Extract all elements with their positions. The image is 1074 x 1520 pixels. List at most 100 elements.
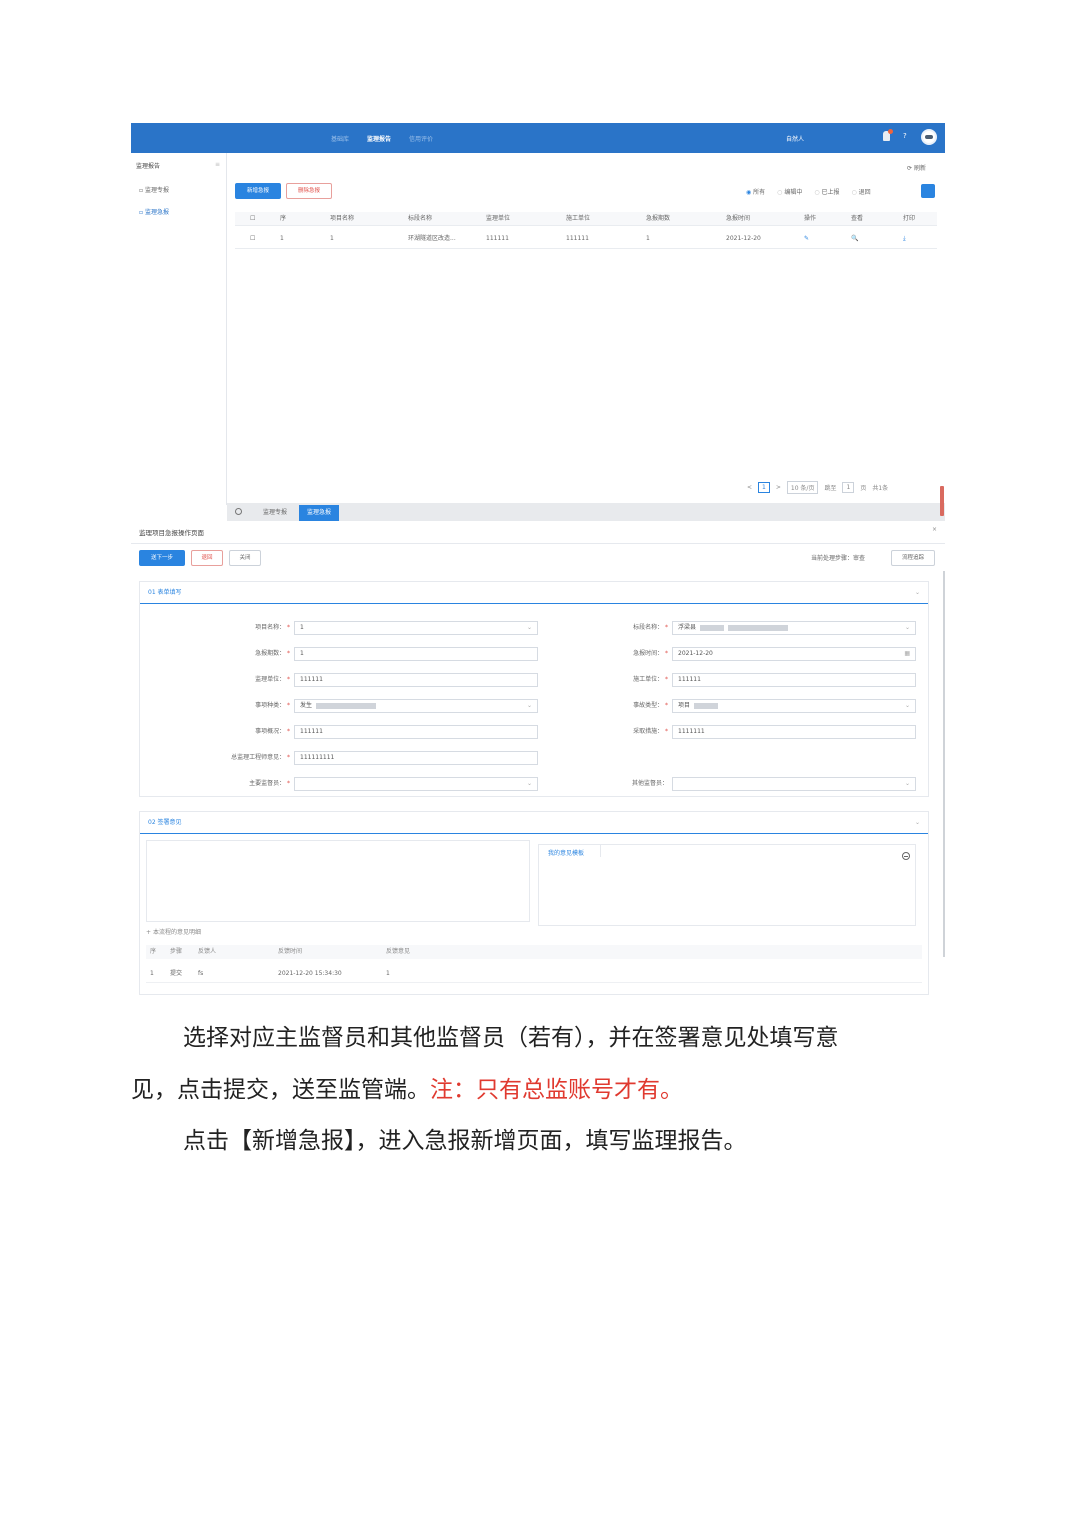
- nav-item-report[interactable]: 监理报告: [367, 134, 391, 143]
- sidebar-item-urgent-report[interactable]: ▫ 监理急报: [139, 207, 169, 216]
- table-cell: 1: [280, 235, 284, 242]
- chevron-down-icon[interactable]: ⌄: [915, 812, 920, 834]
- event-type-select[interactable]: 发生 ⌄: [294, 699, 538, 713]
- close-icon[interactable]: ×: [932, 526, 937, 533]
- field-label: 事项概况： *: [255, 728, 290, 735]
- supervision-unit-input[interactable]: 111111: [294, 673, 538, 687]
- other-supervisors-select[interactable]: ⌄: [672, 777, 916, 791]
- total-count: 共1条: [872, 485, 889, 492]
- section-title: 02 签署意见: [148, 819, 182, 826]
- field-label: 施工单位： *: [633, 676, 668, 683]
- column-header: 查看: [851, 215, 864, 222]
- form-section-header[interactable]: 01 表单填写 ⌄: [140, 582, 928, 604]
- bell-icon[interactable]: [883, 129, 893, 141]
- refresh-label: 刷新: [913, 165, 926, 172]
- field-label: 其他监督员：: [631, 780, 668, 787]
- my-template-label[interactable]: 我的意见模板: [548, 848, 584, 857]
- nav-item-credit[interactable]: 信用评价: [409, 134, 433, 143]
- measures-input[interactable]: 1111111: [672, 725, 916, 739]
- home-icon[interactable]: [235, 508, 242, 515]
- report-period-input[interactable]: 1: [294, 647, 538, 661]
- main-supervisor-select[interactable]: ⌄: [294, 777, 538, 791]
- project-name-select[interactable]: 1 ⌄: [294, 621, 538, 635]
- blurred-text: [694, 702, 719, 709]
- table-cell: 环湖隧道区改造...: [408, 235, 456, 242]
- blurred-text: [700, 624, 725, 631]
- form-section: 01 表单填写 ⌄ 项目名称： * 1 ⌄ 急报期数： * 1 监理单位： * 1…: [139, 581, 929, 797]
- flow-trace-button[interactable]: 流程追踪: [891, 550, 935, 566]
- goto-label: 跳至: [824, 485, 837, 492]
- field-label: 监理单位： *: [255, 676, 290, 683]
- close-button[interactable]: 关闭: [229, 550, 261, 566]
- dialog-title: 监理项目急报操作页面: [139, 529, 204, 537]
- field-label: 事项种类： *: [255, 702, 290, 709]
- goto-input[interactable]: 1: [842, 482, 855, 493]
- field-label: 总监理工程师意见： *: [231, 754, 290, 761]
- column-header: 序: [150, 948, 157, 955]
- history-label: + 本流程的意见明细: [146, 929, 201, 936]
- top-bar: 基础库 监理报告 信用评价 自然人 ?: [131, 123, 945, 153]
- next-page-button[interactable]: >: [776, 484, 781, 491]
- filter-editing[interactable]: 编辑中: [777, 187, 802, 196]
- table-cell: 1: [330, 235, 334, 242]
- template-search[interactable]: [600, 845, 914, 857]
- section-name-select[interactable]: 浮梁县 ⌄: [672, 621, 916, 635]
- column-settings-button[interactable]: [921, 184, 935, 198]
- minus-circle-icon[interactable]: [902, 852, 910, 860]
- menu-collapse-icon[interactable]: ≡: [215, 161, 220, 168]
- send-next-button[interactable]: 送下一步: [139, 550, 185, 566]
- chevron-down-icon[interactable]: ⌄: [915, 582, 920, 604]
- prev-page-button[interactable]: <: [747, 484, 752, 491]
- return-button[interactable]: 退回: [191, 550, 223, 566]
- field-label: 急报期数： *: [255, 650, 290, 657]
- table-cell: 2021-12-20: [726, 235, 761, 242]
- filter-returned[interactable]: 退回: [852, 187, 871, 196]
- header-checkbox[interactable]: ☐: [235, 212, 265, 226]
- tab-special-report[interactable]: 监理专报: [255, 505, 295, 521]
- refresh-button[interactable]: ⟳ 刷新: [907, 163, 926, 172]
- add-urgent-report-button[interactable]: 新增急报: [235, 183, 281, 199]
- accident-type-select[interactable]: 项目 ⌄: [672, 699, 916, 713]
- print-icon[interactable]: ⤓: [888, 229, 933, 249]
- event-summary-input[interactable]: 111111: [294, 725, 538, 739]
- tab-urgent-report[interactable]: 监理急报: [299, 505, 340, 521]
- current-step: 当前处理步骤：审查: [811, 555, 866, 562]
- column-header: 反馈时间: [278, 948, 303, 955]
- chief-opinion-input[interactable]: 111111111: [294, 751, 538, 765]
- nav-item-base[interactable]: 基础库: [331, 134, 349, 143]
- avatar[interactable]: [921, 129, 937, 145]
- column-header: 标段名称: [408, 215, 433, 222]
- help-icon[interactable]: ?: [903, 132, 907, 140]
- table-header: ☐ 序 项目名称 标段名称 监理单位 施工单位 急报期数 急报时间 操作 查看 …: [235, 212, 937, 226]
- report-time-picker[interactable]: 2021-12-20 ▦: [672, 647, 916, 661]
- field-label: 事故类型： *: [633, 702, 668, 709]
- view-icon[interactable]: 🔍: [836, 229, 888, 249]
- filter-all[interactable]: 所有: [746, 187, 765, 196]
- column-header: 施工单位: [566, 215, 591, 222]
- sidebar-item-label: 监理专报: [144, 187, 169, 194]
- field-label: 标段名称： *: [633, 624, 668, 631]
- page-size-select[interactable]: 10 条/页: [786, 481, 819, 494]
- pagination: < 1 > 10 条/页 跳至 1 页 共1条: [747, 481, 888, 494]
- column-header: 急报期数: [646, 215, 671, 222]
- column-header: 反馈意见: [386, 948, 411, 955]
- page-number[interactable]: 1: [758, 482, 770, 493]
- opinion-section-header[interactable]: 02 签署意见 ⌄: [140, 812, 928, 834]
- sidebar: 监理报告 ≡ ▫ 监理专报 ▫ 监理急报: [131, 153, 227, 505]
- filter-reported[interactable]: 已上报: [814, 187, 840, 196]
- paragraph-text: 见，点击提交，送至监管端。: [131, 1077, 430, 1103]
- status-filter: 所有 编辑中 已上报 退回: [746, 187, 871, 196]
- scrollbar-thumb[interactable]: [940, 486, 944, 516]
- scrollbar[interactable]: [943, 571, 945, 957]
- opinion-textarea[interactable]: [146, 840, 530, 922]
- sidebar-item-label: 监理急报: [144, 209, 169, 216]
- delete-urgent-report-button[interactable]: 删除急报: [286, 183, 332, 199]
- construction-unit-input[interactable]: 111111: [672, 673, 916, 687]
- user-name[interactable]: 自然人: [786, 134, 804, 143]
- paragraph-1-line-1: 选择对应主监督员和其他监督员（若有），并在签署意见处填写意: [183, 1025, 839, 1051]
- sidebar-item-special-report[interactable]: ▫ 监理专报: [139, 185, 169, 194]
- row-checkbox[interactable]: ☐: [235, 229, 265, 249]
- edit-icon[interactable]: ✎: [789, 229, 836, 249]
- section-title: 01 表单填写: [148, 589, 182, 596]
- field-label: 急报时间： *: [633, 650, 668, 657]
